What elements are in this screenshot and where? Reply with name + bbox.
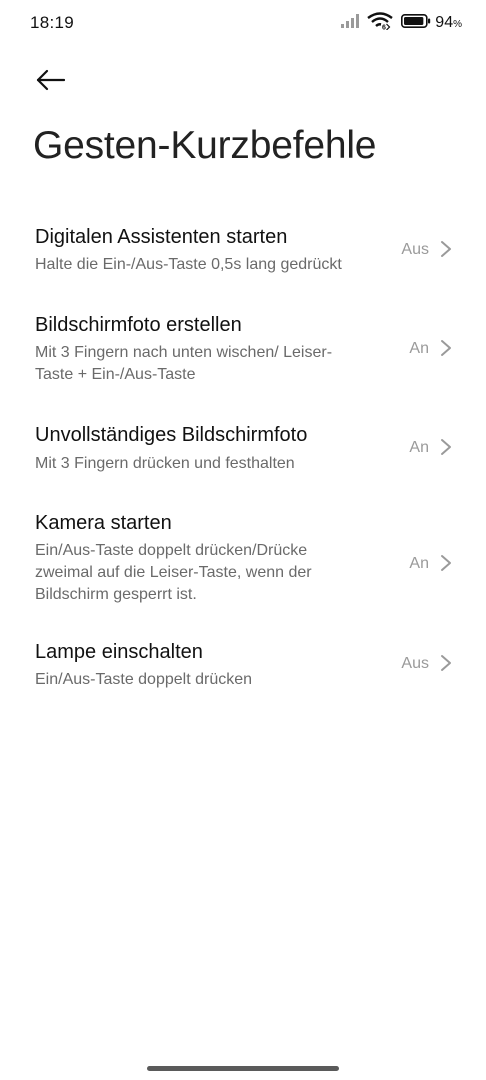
chevron-right-icon [440,438,452,456]
list-item-subtitle: Ein/Aus-Taste doppelt drücken/Drücke zwe… [35,542,312,603]
chevron-right-icon [440,654,452,672]
list-item-value: Aus [401,655,429,672]
battery-icon [401,13,431,33]
list-item-subtitle: Halte die Ein-/Aus-Taste 0,5s lang gedrü… [35,256,342,273]
chevron-right-icon [440,240,452,258]
list-item-subtitle: Ein/Aus-Taste doppelt drücken [35,671,253,688]
list-item-subtitle: Mit 3 Fingern drücken und festhalten [35,455,295,472]
battery-percent-value: 94 [435,14,454,31]
list-item-screenshot[interactable]: Bildschirmfoto erstellen Mit 3 Fingern n… [0,304,486,404]
list-item-digital-assistant[interactable]: Digitalen Assistenten starten Halte die … [0,212,486,302]
chevron-right-icon [440,554,452,572]
home-indicator[interactable] [147,1066,339,1071]
list-item-value: An [409,340,429,357]
chevron-right-icon [440,339,452,357]
battery-percentage: 94% [435,14,462,32]
cell-signal-icon [341,13,361,33]
list-item-title: Lampe einschalten [35,641,203,663]
back-arrow-icon [35,69,66,96]
list-item-partial-screenshot[interactable]: Unvollständiges Bildschirmfoto Mit 3 Fin… [0,414,486,494]
list-item-title: Kamera starten [35,512,172,534]
list-item-title: Unvollständiges Bildschirmfoto [35,424,308,446]
status-bar: 18:19 6 94% [0,0,486,48]
back-button[interactable] [28,60,72,104]
list-item-subtitle: Mit 3 Fingern nach unten wischen/ Leiser… [35,344,333,383]
svg-text:6: 6 [382,24,386,30]
status-icons: 6 94% [341,11,462,35]
list-item-title: Digitalen Assistenten starten [35,226,288,248]
list-item-value: An [409,555,429,572]
status-time: 18:19 [30,13,75,32]
page-title: Gesten-Kurzbefehle [33,124,377,167]
wifi-icon: 6 [367,11,394,35]
list-item-value: Aus [401,241,429,258]
list-item-camera[interactable]: Kamera starten Ein/Aus-Taste doppelt drü… [0,502,486,622]
battery-percent-sign: % [453,19,462,30]
list-item-flashlight[interactable]: Lampe einschalten Ein/Aus-Taste doppelt … [0,632,486,712]
list-item-value: An [409,439,429,456]
list-item-title: Bildschirmfoto erstellen [35,314,242,336]
